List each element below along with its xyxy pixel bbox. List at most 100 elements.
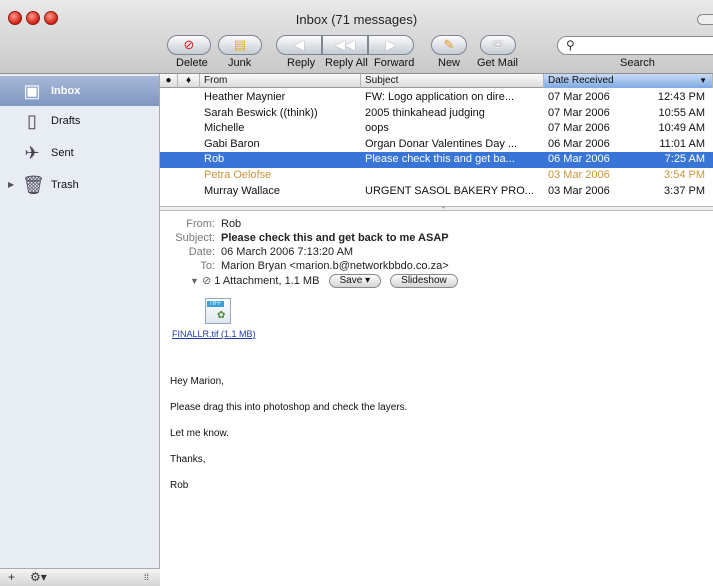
delete-button-face[interactable]: ⊘	[167, 35, 211, 55]
forward-button[interactable]: ▶ Forward	[368, 35, 420, 73]
message-from: Petra Oelofse	[204, 169, 272, 181]
window-title: Inbox (71 messages)	[295, 12, 418, 27]
message-subject: oops	[365, 122, 389, 135]
message-row[interactable]: Sarah Beswick ((think)) 2005 thinkahead j…	[160, 106, 713, 122]
message-row[interactable]: Gabi Baron Organ Donar Valentines Day ...…	[160, 137, 713, 153]
header-to: To: Marion Bryan <marion.b@networkbbdo.co…	[160, 260, 449, 272]
message-list-header: ● ♦ From Subject Date Received ▼	[160, 74, 713, 88]
sort-descending-icon: ▼	[699, 76, 707, 85]
sidebar-item-trash[interactable]: ▶ 🗑 Trash	[0, 170, 159, 200]
message-date: 03 Mar 2006	[548, 184, 610, 197]
sidebar-item-sent[interactable]: ✈ Sent	[0, 138, 159, 168]
search-icon: ⚲	[566, 38, 575, 52]
forward-button-face[interactable]: ▶	[368, 35, 414, 55]
header-from: From: Rob	[160, 218, 241, 230]
message-date: 07 Mar 2006	[548, 106, 610, 119]
sidebar-item-label: Drafts	[51, 115, 81, 127]
message-subject: FW: Logo application on dire...	[365, 91, 514, 103]
read-status-column[interactable]: ●	[160, 74, 178, 88]
message-row[interactable]: Petra Oelofse 03 Mar 2006 3:54 PM	[160, 168, 713, 184]
body-line: Thanks,	[170, 454, 206, 465]
body-line: Let me know.	[170, 428, 229, 439]
message-time: 7:25 AM	[664, 153, 705, 166]
reply-all-icon: ◀◀	[335, 37, 355, 52]
message-from: Michelle	[204, 122, 245, 135]
column-date-label: Date Received	[548, 75, 614, 86]
message-time: 3:54 PM	[664, 169, 705, 181]
attachment-disclosure-icon[interactable]: ▼	[190, 276, 199, 286]
body-line: Hey Marion,	[170, 376, 224, 387]
message-subject: 2005 thinkahead judging	[365, 106, 485, 119]
reply-all-label: Reply All	[325, 57, 368, 69]
new-message-icon: ✎	[443, 37, 455, 52]
disclosure-triangle-icon[interactable]: ▶	[8, 180, 14, 189]
sidebar-item-inbox[interactable]: ▣ Inbox	[0, 76, 159, 106]
search-field[interactable]: ⚲	[557, 36, 713, 55]
message-row[interactable]: Michelle oops 07 Mar 2006 10:49 AM	[160, 121, 713, 137]
message-time: 11:01 AM	[659, 137, 705, 150]
mail-window: Inbox (71 messages) ⊘ Delete ▤ Junk ◀ Re…	[0, 0, 713, 586]
sidebar-footer: + ⚙▾ ⁞⁞	[0, 568, 160, 586]
column-from[interactable]: From	[200, 74, 361, 88]
mailbox-actions-button[interactable]: ⚙▾	[30, 570, 47, 584]
tiff-file-icon[interactable]: TIFF ✿	[205, 298, 231, 324]
message-date: 06 Mar 2006	[548, 153, 610, 166]
forward-icon: ▶	[386, 37, 396, 52]
message-from: Murray Wallace	[204, 184, 280, 197]
column-subject[interactable]: Subject	[361, 74, 544, 88]
attachment-link[interactable]: FINALLR.tif (1.1 MB)	[172, 329, 256, 339]
column-date-received[interactable]: Date Received ▼	[544, 74, 713, 88]
toolbar-toggle-button[interactable]	[697, 14, 713, 25]
attachment-summary: 1 Attachment, 1.1 MB	[214, 275, 320, 287]
flag-column[interactable]: ♦	[178, 74, 200, 88]
file-type-tag: TIFF	[207, 301, 224, 307]
resize-grip-icon[interactable]: ⁞⁞	[144, 572, 149, 582]
add-mailbox-button[interactable]: +	[8, 570, 15, 584]
get-mail-label: Get Mail	[477, 57, 518, 69]
message-subject: Please check this and get ba...	[365, 153, 515, 166]
message-from: Rob	[204, 153, 225, 166]
from-value[interactable]: Rob	[221, 218, 241, 230]
trash-icon: 🗑	[22, 175, 45, 195]
message-list: ● ♦ From Subject Date Received ▼ Heather…	[160, 74, 713, 206]
new-message-button[interactable]: ✎ New	[431, 35, 471, 73]
new-message-button-face[interactable]: ✎	[431, 35, 467, 55]
sidebar-item-label: Inbox	[51, 85, 81, 97]
forward-label: Forward	[374, 57, 415, 69]
slideshow-button[interactable]: Slideshow	[390, 274, 458, 289]
message-date: 07 Mar 2006	[548, 91, 610, 103]
subject-label: Subject:	[175, 232, 215, 244]
title-bar: Inbox (71 messages) ⊘ Delete ▤ Junk ◀ Re…	[0, 0, 713, 74]
reply-button-face[interactable]: ◀	[276, 35, 322, 55]
paperclip-icon: ⊘	[201, 275, 212, 287]
header-subject: Subject: Please check this and get back t…	[160, 232, 448, 244]
from-label: From:	[186, 218, 215, 230]
reply-all-button-face[interactable]: ◀◀	[322, 35, 368, 55]
delete-button[interactable]: ⊘ Delete	[167, 35, 217, 73]
header-date: Date: 06 March 2006 7:13:20 AM	[160, 246, 353, 258]
drafts-icon: ▯	[27, 111, 37, 131]
sidebar-item-drafts[interactable]: ▯ Drafts	[0, 106, 159, 136]
get-mail-button-face[interactable]: ✉	[480, 35, 516, 55]
to-value[interactable]: Marion Bryan <marion.b@networkbbdo.co.za…	[221, 260, 449, 272]
attachment-bar: ▼ ⊘ 1 Attachment, 1.1 MB Save ▾ Slidesho…	[190, 274, 458, 289]
junk-button[interactable]: ▤ Junk	[218, 35, 268, 73]
reply-all-button[interactable]: ◀◀ Reply All	[322, 35, 374, 73]
message-time: 10:55 AM	[658, 106, 705, 119]
reply-label: Reply	[287, 57, 316, 69]
delete-label: Delete	[176, 57, 208, 69]
message-preview: From: Rob Subject: Please check this and g…	[160, 211, 713, 586]
sidebar-item-label: Sent	[51, 147, 74, 159]
get-mail-button[interactable]: ✉ Get Mail	[477, 35, 530, 73]
message-from: Gabi Baron	[204, 137, 260, 150]
sent-icon: ✈	[24, 143, 40, 163]
message-row[interactable]: Rob Please check this and get ba... 06 Mar…	[160, 152, 713, 168]
delete-icon: ⊘	[183, 37, 195, 52]
message-row[interactable]: Heather Maynier FW: Logo application on d…	[160, 90, 713, 106]
save-attachment-button[interactable]: Save ▾	[328, 274, 382, 289]
message-row[interactable]: Murray Wallace URGENT SASOL BAKERY PRO...…	[160, 184, 713, 200]
junk-button-face[interactable]: ▤	[218, 35, 262, 55]
junk-icon: ▤	[233, 37, 247, 52]
message-time: 12:43 PM	[657, 91, 705, 103]
get-mail-icon: ✉	[492, 37, 504, 52]
